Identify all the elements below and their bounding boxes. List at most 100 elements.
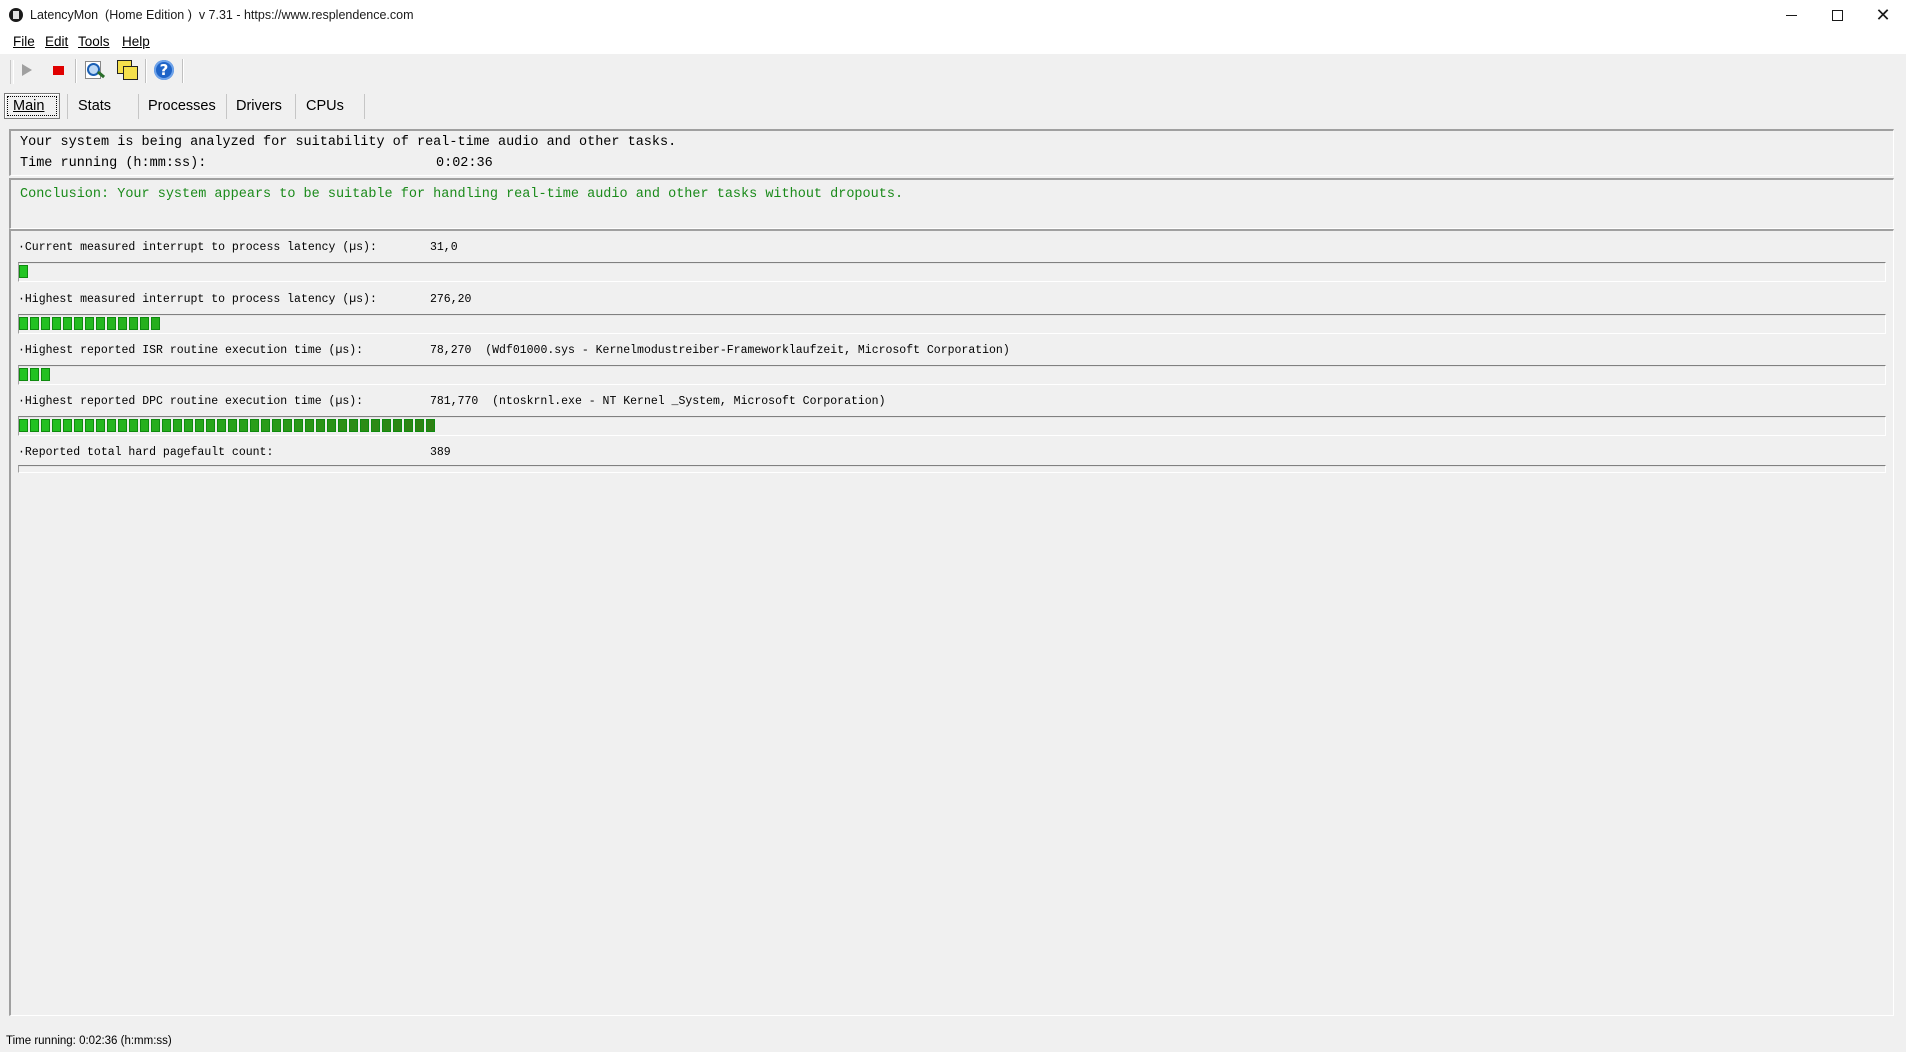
meter-segment — [96, 419, 105, 432]
meter-segment — [19, 265, 28, 278]
meter-segment — [184, 419, 193, 432]
meter-segment — [85, 419, 94, 432]
analysis-panel: Your system is being analyzed for suitab… — [9, 129, 1894, 176]
meter-segment — [228, 419, 237, 432]
meter-segments — [19, 265, 30, 279]
conclusion-text: Conclusion: Your system appears to be su… — [20, 187, 904, 202]
meter-segment — [173, 419, 182, 432]
metric-detail: (ntoskrnl.exe - NT Kernel _System, Micro… — [492, 395, 886, 408]
menu-help-label: Help — [122, 34, 150, 49]
stop-icon — [52, 65, 64, 75]
tab-drivers-label: Drivers — [236, 98, 282, 114]
meter-segment — [305, 419, 314, 432]
time-running-label: Time running (h:mm:ss): — [20, 156, 207, 171]
meter-bar — [18, 314, 1886, 334]
meter-segment — [41, 317, 50, 330]
tab-divider — [295, 94, 296, 119]
meter-segment — [74, 419, 83, 432]
meter-segment — [371, 419, 380, 432]
menu-file[interactable]: File — [13, 34, 35, 49]
tab-drivers[interactable]: Drivers — [228, 93, 294, 119]
metric-value-number: 781,770 — [430, 395, 479, 408]
metric-value-number: 78,270 — [430, 344, 472, 357]
meter-segment — [294, 419, 303, 432]
tab-divider — [364, 94, 365, 119]
metric-label: ·Highest measured interrupt to process l… — [18, 293, 377, 306]
meter-segment — [382, 419, 391, 432]
windows-icon — [116, 59, 138, 81]
metric-label: ·Highest reported DPC routine execution … — [18, 395, 364, 408]
meter-segment — [151, 317, 160, 330]
help-icon: ? — [154, 60, 174, 80]
app-icon — [9, 8, 23, 22]
analyze-button[interactable] — [83, 59, 106, 81]
meter-bar — [18, 465, 1886, 473]
meter-segment — [316, 419, 325, 432]
minimize-icon — [1785, 14, 1797, 16]
metric-label: ·Current measured interrupt to process l… — [18, 241, 377, 254]
windows-button[interactable] — [116, 59, 138, 81]
tab-main-label: Main — [13, 98, 45, 114]
menu-tools[interactable]: Tools — [78, 34, 110, 49]
meter-segment — [140, 419, 149, 432]
meter-segment — [360, 419, 369, 432]
meter-segment — [41, 419, 50, 432]
meter-segment — [206, 419, 215, 432]
meter-segments — [19, 317, 162, 331]
meter-segment — [239, 419, 248, 432]
tab-processes-label: Processes — [148, 98, 216, 114]
meter-segment — [63, 317, 72, 330]
tab-divider — [226, 94, 227, 119]
meter-segment — [30, 419, 39, 432]
metric-label: ·Reported total hard pagefault count: — [18, 446, 274, 459]
meter-segment — [349, 419, 358, 432]
toolbar-grip[interactable] — [10, 60, 14, 84]
meter-segment — [41, 368, 50, 381]
meter-segment — [129, 317, 138, 330]
toolbar — [0, 54, 1906, 88]
meter-segment — [272, 419, 281, 432]
meter-segment — [283, 419, 292, 432]
meter-segment — [63, 419, 72, 432]
meter-segment — [327, 419, 336, 432]
tab-main[interactable]: Main — [4, 93, 60, 119]
maximize-button[interactable] — [1814, 0, 1860, 30]
menu-bar: File Edit Tools Help — [0, 30, 1906, 54]
start-button[interactable] — [16, 59, 38, 81]
metric-detail: (Wdf01000.sys - Kernelmodustreiber-Frame… — [485, 344, 1010, 357]
metric-label: ·Highest reported ISR routine execution … — [18, 344, 364, 357]
meter-segment — [19, 419, 28, 432]
tab-divider — [138, 94, 139, 119]
tab-cpus[interactable]: CPUs — [298, 93, 364, 119]
meter-segment — [30, 317, 39, 330]
meter-segment — [19, 317, 28, 330]
minimize-button[interactable] — [1768, 0, 1814, 30]
conclusion-panel: Conclusion: Your system appears to be su… — [9, 178, 1894, 229]
metric-value: 389 — [430, 446, 451, 459]
meter-segment — [426, 419, 435, 432]
meter-segment — [140, 317, 149, 330]
meter-segment — [107, 419, 116, 432]
metric-value: 31,0 — [430, 241, 458, 254]
toolbar-separator — [75, 59, 77, 83]
title-bar: LatencyMon (Home Edition ) v 7.31 - http… — [0, 0, 1906, 31]
meter-segment — [129, 419, 138, 432]
help-button[interactable]: ? — [153, 59, 175, 81]
meter-segment — [30, 368, 39, 381]
tab-stats[interactable]: Stats — [70, 93, 138, 119]
stop-button[interactable] — [47, 59, 69, 81]
close-button[interactable]: ✕ — [1860, 0, 1906, 30]
meter-segment — [96, 317, 105, 330]
metric-value: 78,270 (Wdf01000.sys - Kernelmodustreibe… — [430, 344, 1010, 357]
meter-segments — [19, 368, 52, 382]
meter-segment — [415, 419, 424, 432]
close-icon: ✕ — [1875, 4, 1891, 25]
meter-bar — [18, 416, 1886, 436]
tab-processes[interactable]: Processes — [140, 93, 226, 119]
meter-bar — [18, 262, 1886, 282]
menu-help[interactable]: Help — [122, 34, 150, 49]
window-title: LatencyMon (Home Edition ) v 7.31 - http… — [30, 8, 414, 22]
metric-value: 276,20 — [430, 293, 472, 306]
menu-edit[interactable]: Edit — [45, 34, 68, 49]
meter-segment — [338, 419, 347, 432]
